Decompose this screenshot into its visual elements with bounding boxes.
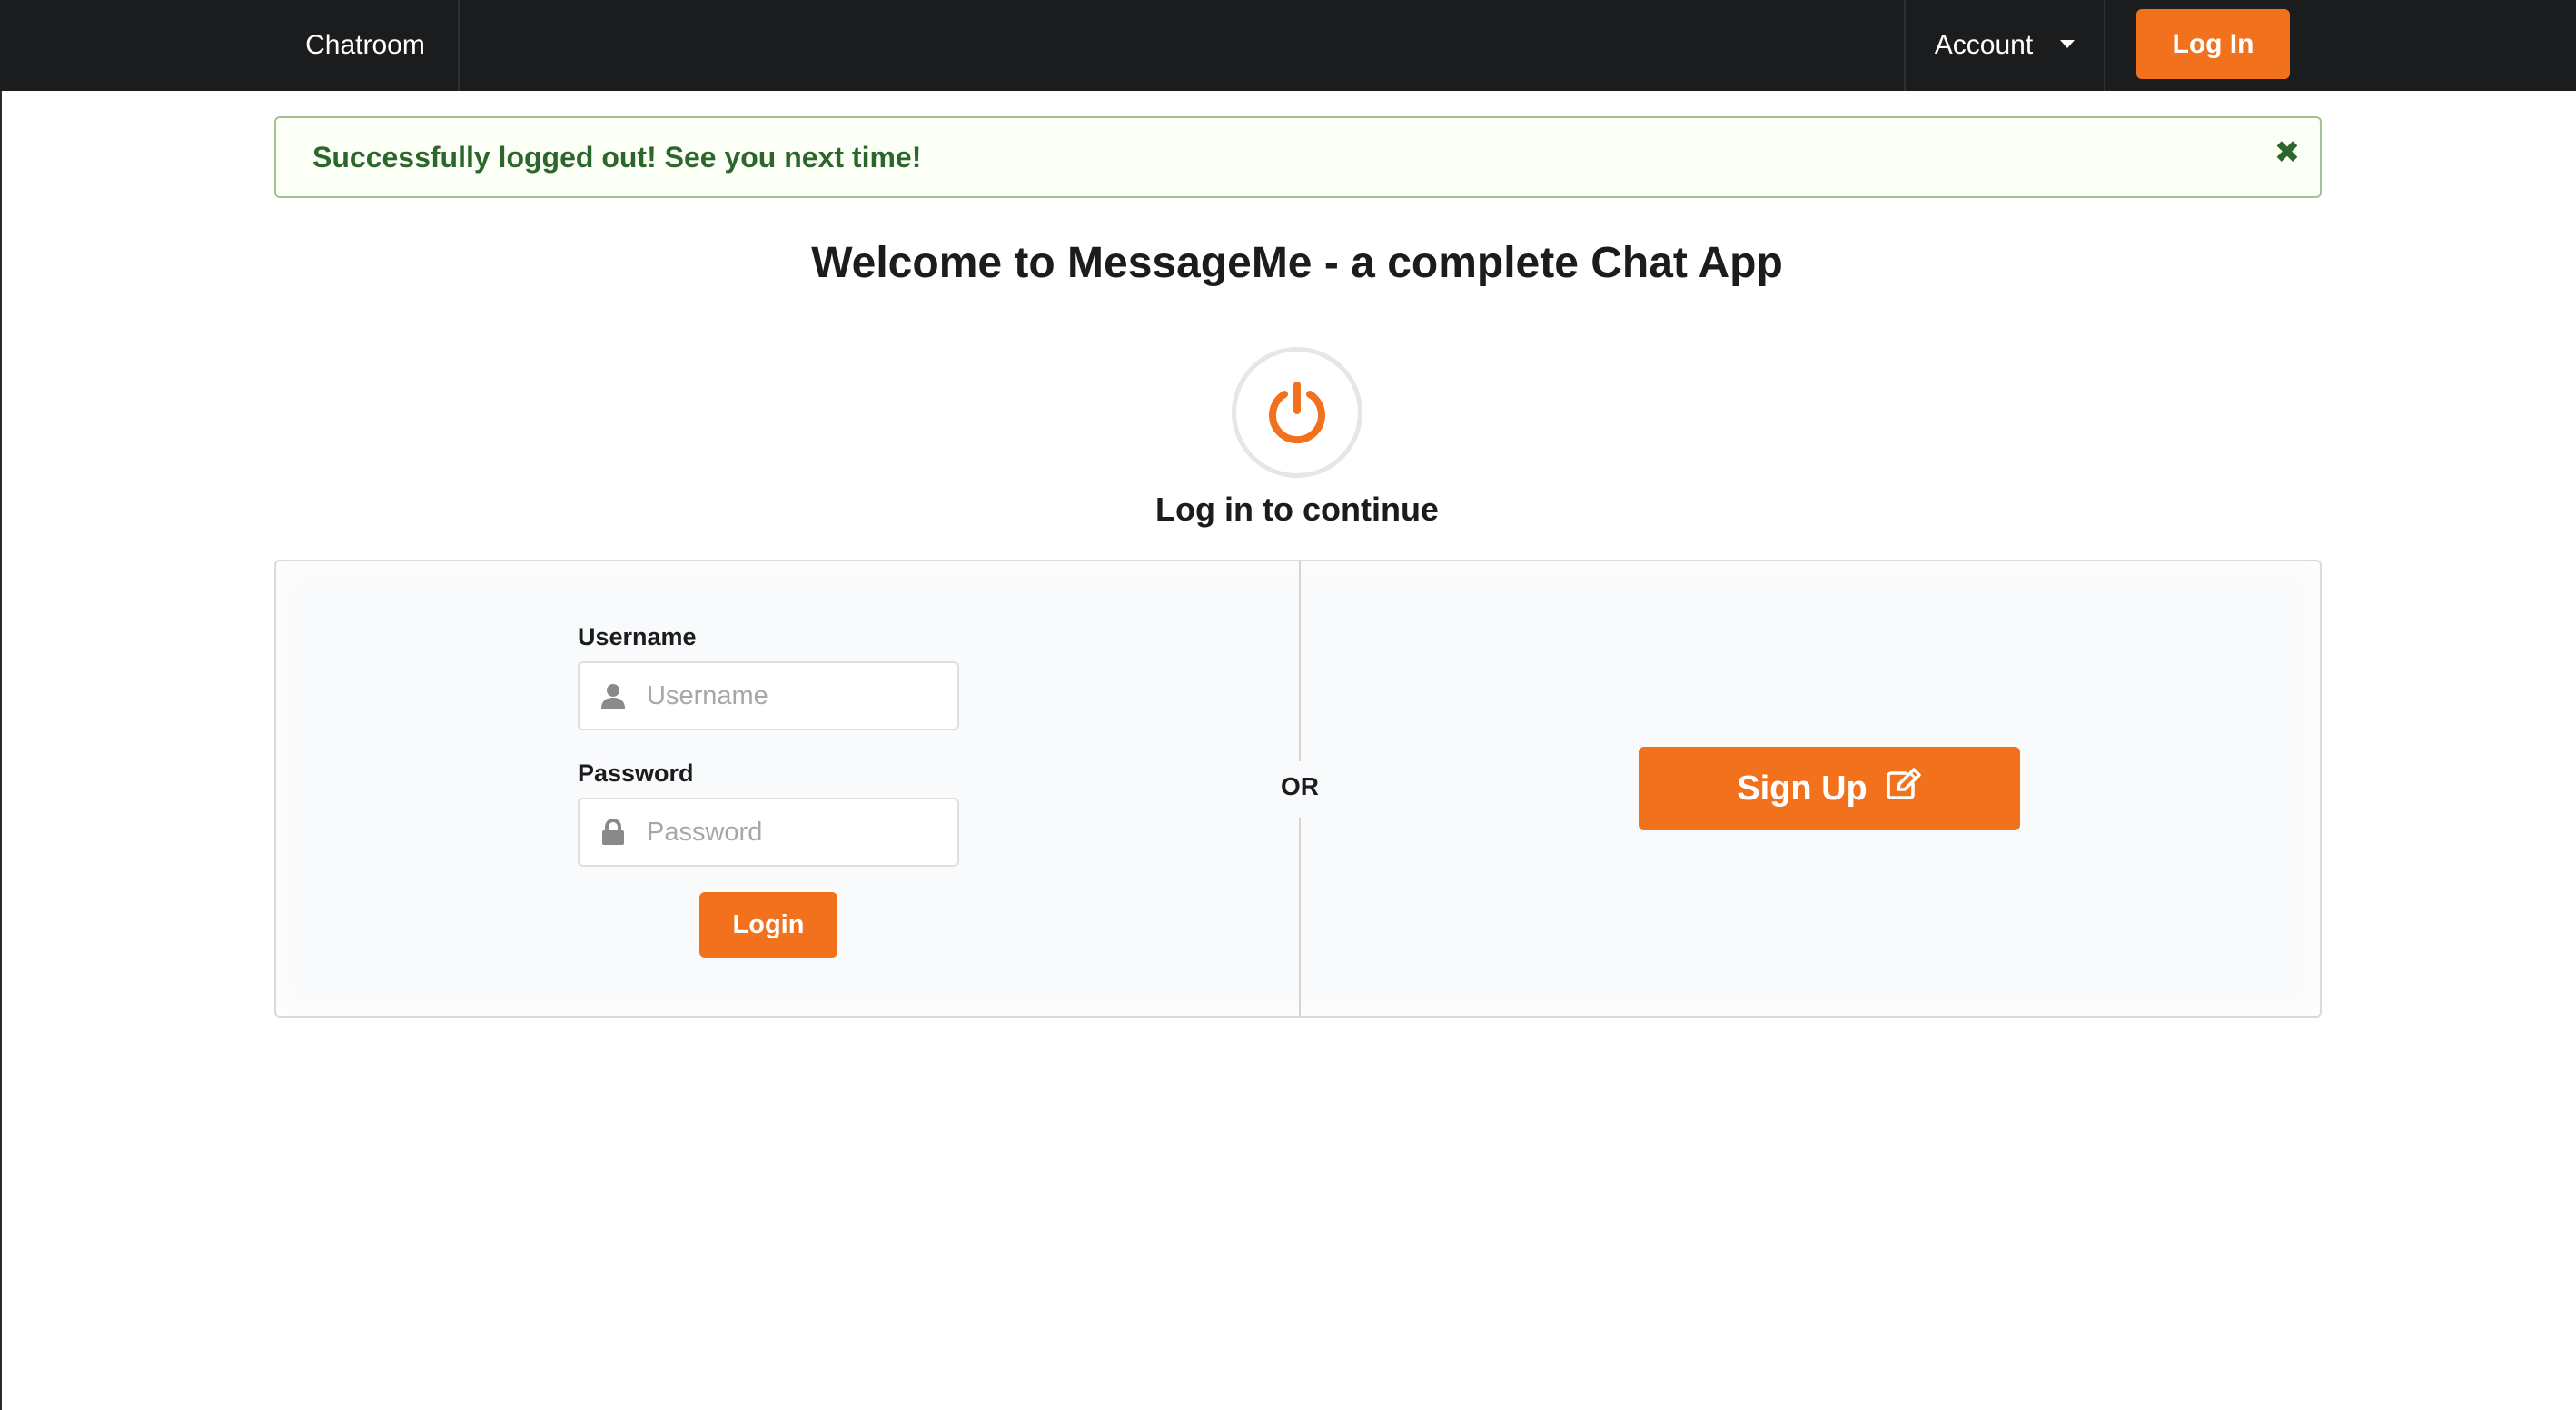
nav-login-button[interactable]: Log In <box>2136 9 2290 79</box>
account-label: Account <box>1934 30 2034 60</box>
success-message: Successfully logged out! See you next ti… <box>274 116 2322 198</box>
page-edge <box>0 0 2 1410</box>
vertical-divider-bottom <box>1299 818 1301 1018</box>
lock-icon <box>580 799 647 865</box>
password-input[interactable] <box>647 805 946 859</box>
close-icon[interactable]: ✖ <box>2273 137 2302 168</box>
user-icon <box>580 663 647 729</box>
page-title: Welcome to MessageMe - a complete Chat A… <box>0 238 2576 288</box>
sign-up-label: Sign Up <box>1737 769 1868 808</box>
login-segment: Username Password Login OR Sign Up <box>274 560 2322 1018</box>
username-label: Username <box>578 623 697 650</box>
vertical-divider-top <box>1299 561 1301 761</box>
account-dropdown[interactable]: Account <box>1904 0 2105 91</box>
success-message-text: Successfully logged out! See you next ti… <box>312 140 922 174</box>
power-icon <box>1232 347 1362 478</box>
top-navbar: Chatroom Account Log In <box>0 0 2576 91</box>
caret-down-icon <box>2060 39 2076 48</box>
username-field-wrapper <box>578 661 959 730</box>
nav-brand-chatroom[interactable]: Chatroom <box>272 0 460 91</box>
or-divider-label: OR <box>1281 772 1319 800</box>
page-title-text: Welcome to MessageMe - a complete Chat A… <box>811 239 1783 287</box>
nav-brand-label: Chatroom <box>305 30 425 60</box>
login-button[interactable]: Login <box>699 892 837 958</box>
password-label: Password <box>578 760 694 787</box>
password-field-wrapper <box>578 798 959 867</box>
login-subtitle-text: Log in to continue <box>1155 491 1439 528</box>
edit-icon <box>1886 768 1922 809</box>
login-subtitle: Log in to continue <box>0 491 2576 529</box>
username-input[interactable] <box>647 669 946 723</box>
sign-up-button[interactable]: Sign Up <box>1639 747 2020 830</box>
